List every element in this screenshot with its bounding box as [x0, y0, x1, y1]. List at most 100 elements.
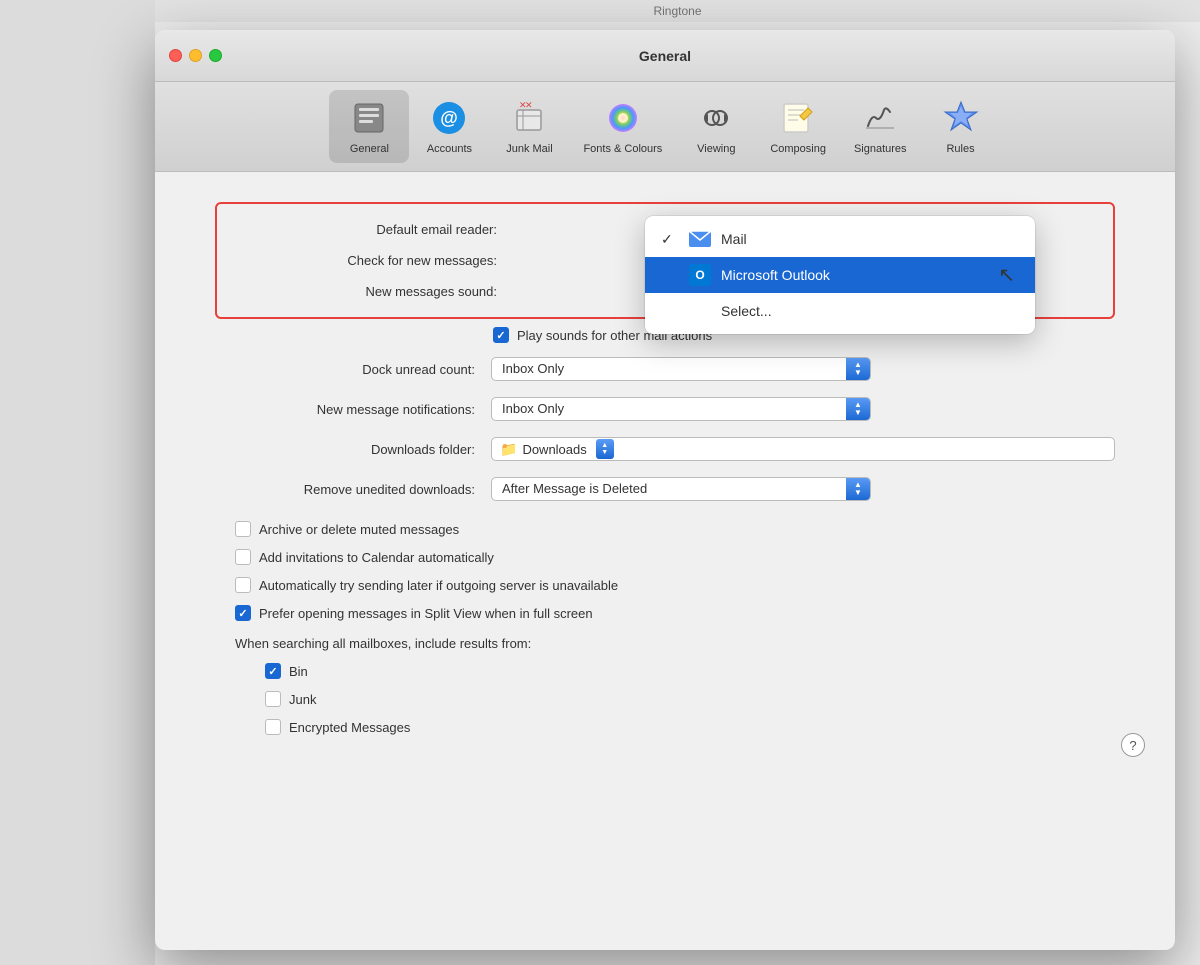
toolbar-label-rules: Rules	[946, 143, 974, 155]
toolbar-label-general: General	[350, 143, 389, 155]
encrypted-label: Encrypted Messages	[289, 720, 410, 735]
new-notifications-arrows[interactable]: ▲ ▼	[846, 397, 870, 421]
remove-downloads-label: Remove unedited downloads:	[215, 482, 475, 497]
toolbar-item-rules[interactable]: Rules	[921, 90, 1001, 163]
ringtone-label: Ringtone	[653, 4, 701, 18]
dropdown-item-select-label: Select...	[721, 303, 772, 319]
toolbar-item-general[interactable]: General	[329, 90, 409, 163]
new-notifications-row: New message notifications: Inbox Only ▲ …	[215, 397, 1115, 421]
new-notifications-control: Inbox Only ▲ ▼	[491, 397, 1115, 421]
search-bin-row: Bin	[265, 663, 1115, 679]
invitations-checkbox[interactable]	[235, 549, 251, 565]
mail-app-icon	[689, 228, 711, 250]
new-messages-sound-label: New messages sound:	[237, 284, 497, 299]
toolbar-label-accounts: Accounts	[427, 143, 472, 155]
dropdown-item-mail-label: Mail	[721, 231, 747, 247]
remove-downloads-row: Remove unedited downloads: After Message…	[215, 477, 1115, 501]
toolbar-label-signatures: Signatures	[854, 143, 907, 155]
toolbar-item-accounts[interactable]: @ Accounts	[409, 90, 489, 163]
remove-downloads-arrows[interactable]: ▲ ▼	[846, 477, 870, 501]
encrypted-checkbox[interactable]	[265, 719, 281, 735]
toolbar: General @ Accounts ✕ ✕ Junk	[155, 82, 1175, 172]
downloads-folder-control: 📁 Downloads ▲ ▼	[491, 437, 1115, 461]
toolbar-label-junk-mail: Junk Mail	[506, 143, 552, 155]
bin-label: Bin	[289, 664, 308, 679]
window-title: General	[639, 48, 691, 64]
checkboxes-section: Archive or delete muted messages Add inv…	[235, 521, 1115, 621]
fonts-colours-icon	[603, 98, 643, 138]
downloads-folder-button[interactable]: 📁 Downloads ▲ ▼	[491, 437, 1115, 461]
split-view-checkbox[interactable]	[235, 605, 251, 621]
downloads-arrows[interactable]: ▲ ▼	[596, 439, 614, 459]
dock-unread-row: Dock unread count: Inbox Only ▲ ▼	[215, 357, 1115, 381]
toolbar-item-viewing[interactable]: Viewing	[676, 90, 756, 163]
new-notifications-label: New message notifications:	[215, 402, 475, 417]
toolbar-label-viewing: Viewing	[697, 143, 735, 155]
new-notifications-select[interactable]: Inbox Only ▲ ▼	[491, 397, 871, 421]
bin-checkbox[interactable]	[265, 663, 281, 679]
invitations-label: Add invitations to Calendar automaticall…	[259, 550, 494, 565]
auto-send-label: Automatically try sending later if outgo…	[259, 578, 618, 593]
play-sounds-checkbox[interactable]	[493, 327, 509, 343]
check-messages-label: Check for new messages:	[237, 253, 497, 268]
default-email-reader-label: Default email reader:	[237, 222, 497, 237]
dl-arrow-up: ▲	[601, 442, 608, 449]
checkbox-row-invitations: Add invitations to Calendar automaticall…	[235, 549, 1115, 565]
bg-sidebar	[0, 0, 155, 965]
general-icon	[349, 98, 389, 138]
search-encrypted-row: Encrypted Messages	[265, 719, 1115, 735]
zoom-button[interactable]	[209, 49, 222, 62]
help-label: ?	[1129, 738, 1136, 753]
remove-downloads-value: After Message is Deleted	[492, 477, 846, 501]
close-button[interactable]	[169, 49, 182, 62]
select-icon	[689, 300, 711, 322]
dropdown-item-outlook[interactable]: O Microsoft Outlook ↖	[645, 257, 1035, 293]
outlook-app-icon: O	[689, 264, 711, 286]
search-junk-row: Junk	[265, 691, 1115, 707]
junk-mail-icon: ✕ ✕	[509, 98, 549, 138]
search-section: When searching all mailboxes, include re…	[235, 635, 1115, 735]
checkbox-row-auto-send: Automatically try sending later if outgo…	[235, 577, 1115, 593]
mail-checkmark: ✓	[661, 231, 679, 248]
dock-unread-value: Inbox Only	[492, 357, 846, 381]
accounts-icon: @	[429, 98, 469, 138]
junk-label: Junk	[289, 692, 316, 707]
auto-send-checkbox[interactable]	[235, 577, 251, 593]
dropdown-item-select[interactable]: Select...	[645, 293, 1035, 329]
cursor-icon: ↖	[998, 263, 1015, 288]
remove-downloads-select[interactable]: After Message is Deleted ▲ ▼	[491, 477, 871, 501]
ringtone-bar: Ringtone	[155, 0, 1200, 22]
outlook-icon-badge: O	[689, 264, 711, 286]
dropdown-item-mail[interactable]: ✓ Mail	[645, 221, 1035, 257]
search-items: Bin Junk Encrypted Messages	[235, 663, 1115, 735]
signatures-icon	[860, 98, 900, 138]
help-button[interactable]: ?	[1121, 733, 1145, 757]
toolbar-item-junk-mail[interactable]: ✕ ✕ Junk Mail	[489, 90, 569, 163]
rules-icon	[941, 98, 981, 138]
archive-checkbox[interactable]	[235, 521, 251, 537]
dropdown-menu: ✓ Mail O Microsoft Outlook ↖ Select...	[645, 216, 1035, 334]
downloads-folder-label: Downloads folder:	[215, 442, 475, 457]
downloads-folder-value: Downloads	[522, 442, 586, 457]
junk-checkbox[interactable]	[265, 691, 281, 707]
dock-unread-select[interactable]: Inbox Only ▲ ▼	[491, 357, 871, 381]
arrow-down: ▼	[854, 369, 862, 377]
toolbar-label-composing: Composing	[770, 143, 826, 155]
folder-icon: 📁	[500, 441, 517, 458]
toolbar-item-composing[interactable]: Composing	[756, 90, 840, 163]
svg-text:@: @	[441, 108, 459, 128]
traffic-lights	[169, 49, 222, 62]
downloads-folder-row: Downloads folder: 📁 Downloads ▲ ▼	[215, 437, 1115, 461]
new-notifications-value: Inbox Only	[492, 397, 846, 421]
search-section-title: When searching all mailboxes, include re…	[235, 636, 531, 651]
svg-text:✕: ✕	[525, 100, 533, 110]
minimize-button[interactable]	[189, 49, 202, 62]
dock-unread-control: Inbox Only ▲ ▼	[491, 357, 1115, 381]
toolbar-label-fonts-colours: Fonts & Colours	[583, 143, 662, 155]
toolbar-item-fonts-colours[interactable]: Fonts & Colours	[569, 90, 676, 163]
dock-unread-label: Dock unread count:	[215, 362, 475, 377]
dock-unread-arrows[interactable]: ▲ ▼	[846, 357, 870, 381]
dl-arrow-down: ▼	[601, 449, 608, 456]
remove-downloads-control: After Message is Deleted ▲ ▼	[491, 477, 1115, 501]
toolbar-item-signatures[interactable]: Signatures	[840, 90, 921, 163]
